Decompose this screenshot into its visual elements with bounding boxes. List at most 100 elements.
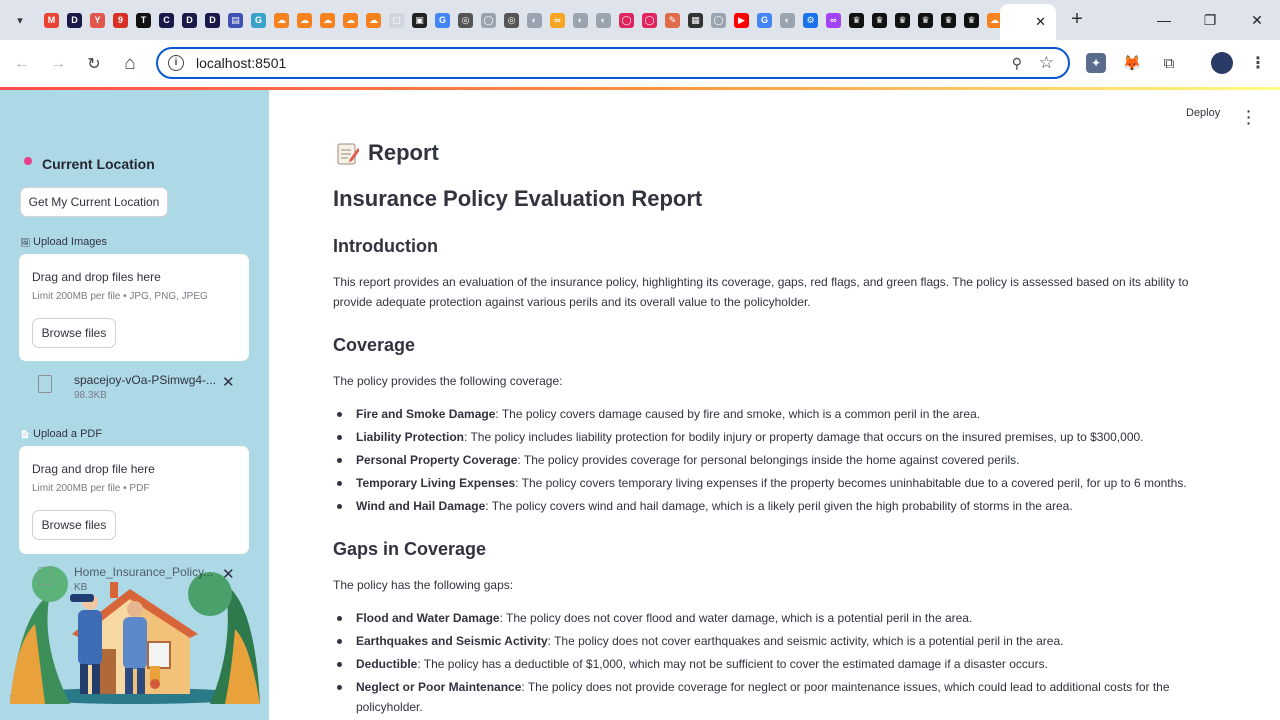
list-item-text: : The policy covers damage caused by fir… <box>495 407 981 421</box>
file-icon <box>38 375 52 393</box>
upload-pdf-label-text: Upload a PDF <box>33 428 103 440</box>
upload-pdf-label: 📄 Upload a PDF <box>20 428 102 440</box>
tab-favicon-icon: ◎ <box>504 12 519 28</box>
tab-favicon[interactable]: D <box>63 0 86 40</box>
extensions-icon[interactable]: ⧉ <box>1159 53 1179 73</box>
tab-favicon[interactable]: ♛ <box>891 0 914 40</box>
tab-favicon[interactable]: ◎ <box>500 0 523 40</box>
minimize-button[interactable]: — <box>1141 0 1187 40</box>
pdf-dropzone[interactable]: Drag and drop file here Limit 200MB per … <box>19 446 249 554</box>
zoom-icon[interactable]: ⚲ <box>1012 55 1022 72</box>
tab-favicon[interactable]: ♛ <box>914 0 937 40</box>
tab-favicon-icon: G <box>757 12 772 28</box>
report-title: Insurance Policy Evaluation Report <box>333 186 703 211</box>
active-tab[interactable]: ✕ <box>1000 4 1056 40</box>
tab-favicon[interactable]: ◐ <box>592 0 615 40</box>
tab-search-icon[interactable]: ▾ <box>0 0 40 40</box>
back-icon[interactable]: ← <box>10 52 34 76</box>
coverage-heading: Coverage <box>333 335 416 355</box>
upload-images-label: 🖼 Upload Images <box>20 236 107 248</box>
list-item-term: Fire and Smoke Damage <box>356 407 496 421</box>
tab-favicon[interactable]: ◯ <box>638 0 661 40</box>
tab-favicon[interactable]: ∞ <box>546 0 569 40</box>
tab-favicon[interactable]: ∞ <box>822 0 845 40</box>
tab-favicon-icon: ▢ <box>389 12 404 28</box>
tab-favicon-icon: M <box>44 12 59 28</box>
home-icon[interactable]: ⌂ <box>118 52 142 76</box>
tab-favicon[interactable]: ☁ <box>362 0 385 40</box>
tab-favicon[interactable]: T <box>132 0 155 40</box>
tab-favicon[interactable]: D <box>178 0 201 40</box>
tab-favicon[interactable]: ♛ <box>960 0 983 40</box>
tab-favicon[interactable]: 9 <box>109 0 132 40</box>
tab-favicons: M D Y 9 T C D D ▤ G ☁ ☁ ☁ ☁ ☁ ▢ ▣ G ◎ ◯ ◎ ◐ ∞ ◐ ◐ ◯ ◯ ✎ ▦ ◯ ▶ G ◐ ⚙ ∞ ♛ ♛ ♛ ♛ ♛… <box>40 0 1029 40</box>
url-text[interactable]: localhost:8501 <box>196 55 286 71</box>
list-item-text: : The policy provides coverage for perso… <box>517 453 1020 467</box>
images-dropzone[interactable]: Drag and drop files here Limit 200MB per… <box>19 254 249 361</box>
list-item-text: : The policy covers wind and hail damage… <box>485 499 1073 513</box>
window-close-button[interactable]: ✕ <box>1234 0 1280 40</box>
deploy-button[interactable]: Deploy <box>1186 107 1220 119</box>
tab-favicon-icon: ▣ <box>412 12 427 28</box>
tab-favicon[interactable]: C <box>155 0 178 40</box>
tab-favicon[interactable]: ◐ <box>569 0 592 40</box>
tab-favicon[interactable]: ▢ <box>385 0 408 40</box>
address-bar[interactable]: i localhost:8501 ⚲ ☆ <box>156 47 1070 79</box>
tab-favicon-icon: G <box>251 12 266 28</box>
metamask-icon[interactable]: 🦊 <box>1122 53 1142 73</box>
puzzle-extension-icon[interactable]: ✦ <box>1086 53 1106 73</box>
image-file-size: 98.3KB <box>74 390 107 401</box>
tab-close-icon[interactable]: ✕ <box>1035 14 1046 30</box>
tab-favicon[interactable]: ◐ <box>523 0 546 40</box>
tab-favicon[interactable]: M <box>40 0 63 40</box>
tab-favicon[interactable]: ◎ <box>454 0 477 40</box>
tab-favicon[interactable]: ♛ <box>868 0 891 40</box>
tab-favicon[interactable]: ▦ <box>684 0 707 40</box>
tab-favicon[interactable]: G <box>753 0 776 40</box>
list-item: Wind and Hail Damage: The policy covers … <box>334 496 1194 516</box>
tab-favicon[interactable]: Y <box>86 0 109 40</box>
tab-favicon[interactable]: ▶ <box>730 0 753 40</box>
list-item-term: Wind and Hail Damage <box>356 499 486 513</box>
tab-favicon[interactable]: ◯ <box>707 0 730 40</box>
tab-favicon[interactable]: ♛ <box>937 0 960 40</box>
tab-favicon[interactable]: G <box>431 0 454 40</box>
list-item-term: Personal Property Coverage <box>356 453 518 467</box>
tab-favicon[interactable]: ♛ <box>845 0 868 40</box>
tab-favicon[interactable]: ☁ <box>339 0 362 40</box>
tab-favicon[interactable]: ▣ <box>408 0 431 40</box>
coverage-lead: The policy provides the following covera… <box>333 374 563 388</box>
main-menu-icon[interactable]: · · · <box>1245 104 1253 130</box>
tab-favicon[interactable]: ✎ <box>661 0 684 40</box>
sidebar: Current Location Get My Current Location… <box>0 90 269 720</box>
tab-favicon[interactable]: D <box>201 0 224 40</box>
document-icon: 📄 <box>20 429 30 439</box>
tab-favicon-icon: ▤ <box>228 12 243 28</box>
browser-menu-icon[interactable]: ⋮ <box>1248 53 1268 73</box>
browse-pdf-button[interactable]: Browse files <box>32 510 116 540</box>
restore-button[interactable]: ❐ <box>1187 0 1233 40</box>
forward-icon[interactable]: → <box>46 52 70 76</box>
new-tab-button[interactable]: + <box>1066 8 1088 32</box>
bookmark-star-icon[interactable]: ☆ <box>1039 53 1054 73</box>
tab-favicon[interactable]: ◯ <box>477 0 500 40</box>
tab-favicon[interactable]: ◯ <box>615 0 638 40</box>
get-location-button[interactable]: Get My Current Location <box>20 187 168 217</box>
tab-favicon[interactable]: ▤ <box>224 0 247 40</box>
tab-favicon[interactable]: ☁ <box>316 0 339 40</box>
tab-favicon[interactable]: ☁ <box>270 0 293 40</box>
profile-avatar[interactable] <box>1211 52 1233 74</box>
tab-favicon-icon: ✎ <box>665 12 680 28</box>
tab-favicon[interactable]: ⚙ <box>799 0 822 40</box>
uploaded-image-file: spacejoy-vOa-PSimwg4-... 98.3KB ✕ <box>36 373 248 405</box>
reload-icon[interactable]: ↻ <box>82 52 106 76</box>
remove-pdf-icon[interactable]: ✕ <box>222 565 235 583</box>
browse-images-button[interactable]: Browse files <box>32 318 116 348</box>
tab-favicon[interactable]: ◐ <box>776 0 799 40</box>
site-info-icon[interactable]: i <box>168 55 184 71</box>
remove-image-icon[interactable]: ✕ <box>222 373 235 391</box>
tab-favicon[interactable]: G <box>247 0 270 40</box>
tab-favicon[interactable]: ☁ <box>293 0 316 40</box>
location-pin-icon <box>24 157 32 165</box>
tab-favicon-icon: ◯ <box>481 12 496 28</box>
